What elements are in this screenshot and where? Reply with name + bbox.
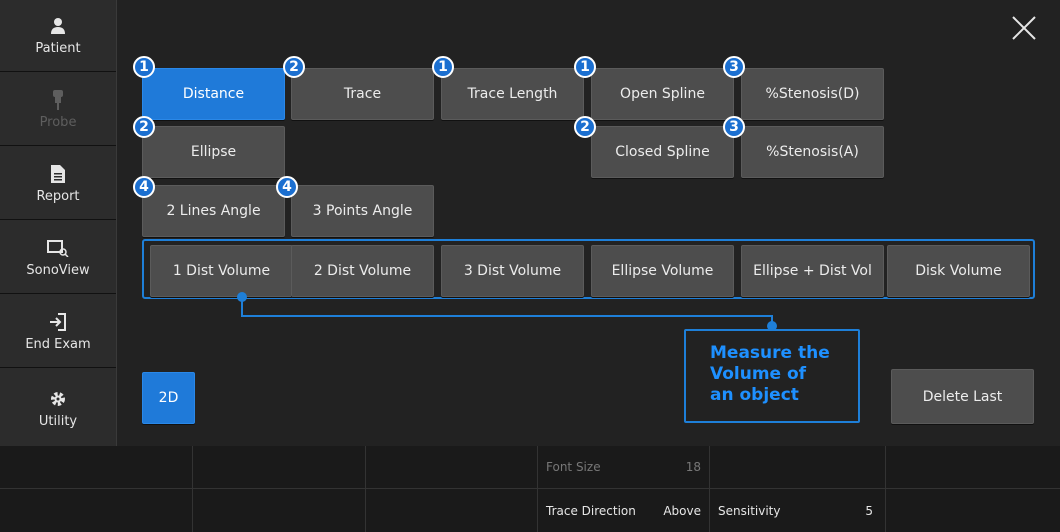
step-badge: 3	[723, 56, 745, 78]
font-size-value: 18	[685, 460, 701, 474]
sidebar-item-label: Probe	[39, 115, 77, 130]
sidebar-item-end-exam[interactable]: End Exam	[0, 296, 116, 368]
sensitivity-control[interactable]: Sensitivity 5	[710, 489, 886, 532]
distance-button[interactable]: Distance	[142, 68, 285, 120]
font-size-label: Font Size	[546, 460, 601, 474]
step-badge: 4	[276, 176, 298, 198]
ellipse-button[interactable]: Ellipse	[142, 126, 285, 178]
bottom-cell	[886, 489, 1060, 532]
stenosis-d-button[interactable]: %Stenosis(D)	[741, 68, 884, 120]
sidebar-item-label: End Exam	[25, 337, 91, 352]
trace-direction-control[interactable]: Trace Direction Above	[538, 489, 710, 532]
bottom-cell	[886, 446, 1060, 489]
bottom-cell	[710, 446, 886, 489]
lines-angle-button[interactable]: 2 Lines Angle	[142, 185, 285, 237]
step-badge: 1	[133, 56, 155, 78]
delete-last-button[interactable]: Delete Last	[891, 369, 1034, 424]
sidebar: Patient Probe Report SonoView End Exam U…	[0, 0, 117, 446]
open-spline-button[interactable]: Open Spline	[591, 68, 734, 120]
probe-icon	[51, 89, 65, 111]
sidebar-item-utility[interactable]: Utility	[0, 370, 116, 446]
person-icon	[49, 15, 67, 37]
sensitivity-value: 5	[865, 503, 873, 518]
step-badge: 3	[723, 116, 745, 138]
trace-direction-value: Above	[663, 503, 701, 518]
vol-ellipse-dist-button[interactable]: Ellipse + Dist Vol	[741, 245, 884, 297]
callout-line: an object	[710, 385, 799, 405]
callout-line: Volume of	[710, 364, 807, 384]
step-badge: 1	[574, 56, 596, 78]
vol-disk-button[interactable]: Disk Volume	[887, 245, 1030, 297]
trace-direction-label: Trace Direction	[546, 503, 636, 518]
bottom-cell	[193, 446, 366, 489]
step-badge: 2	[574, 116, 596, 138]
sidebar-item-label: Report	[36, 189, 80, 204]
font-size-control[interactable]: Font Size 18	[538, 446, 710, 489]
gear-icon	[49, 388, 67, 410]
bottom-cell	[0, 489, 193, 532]
sidebar-item-label: SonoView	[26, 263, 90, 278]
bottom-cell	[193, 489, 366, 532]
vol-3-dist-button[interactable]: 3 Dist Volume	[441, 245, 584, 297]
document-icon	[51, 163, 65, 185]
trace-button[interactable]: Trace	[291, 68, 434, 120]
volume-callout: Measure the Volume of an object	[684, 329, 860, 423]
sidebar-item-label: Patient	[35, 41, 81, 56]
sidebar-item-patient[interactable]: Patient	[0, 0, 116, 72]
vol-2-dist-button[interactable]: 2 Dist Volume	[291, 245, 434, 297]
sensitivity-label: Sensitivity	[718, 503, 781, 518]
step-badge: 4	[133, 176, 155, 198]
step-badge: 2	[133, 116, 155, 138]
step-badge: 2	[283, 56, 305, 78]
sidebar-item-report[interactable]: Report	[0, 148, 116, 220]
close-icon[interactable]	[1010, 14, 1038, 42]
closed-spline-button[interactable]: Closed Spline	[591, 126, 734, 178]
trace-length-button[interactable]: Trace Length	[441, 68, 584, 120]
bottom-cell	[366, 446, 538, 489]
sidebar-item-label: Utility	[38, 413, 78, 429]
step-badge: 1	[432, 56, 454, 78]
bottom-cell	[366, 489, 538, 532]
exit-arrow-icon	[49, 311, 67, 333]
stenosis-a-button[interactable]: %Stenosis(A)	[741, 126, 884, 178]
vol-1-dist-button[interactable]: 1 Dist Volume	[150, 245, 293, 297]
image-search-icon	[47, 237, 69, 259]
bottom-control-bar: Font Size 18 Trace Direction Above Sensi…	[0, 446, 1060, 532]
sidebar-item-sonoview[interactable]: SonoView	[0, 222, 116, 294]
vol-ellipse-button[interactable]: Ellipse Volume	[591, 245, 734, 297]
bottom-cell	[0, 446, 193, 489]
sidebar-item-probe[interactable]: Probe	[0, 74, 116, 146]
points-angle-button[interactable]: 3 Points Angle	[291, 185, 434, 237]
mode-2d-button[interactable]: 2D	[142, 372, 195, 424]
callout-line: Measure the	[710, 343, 830, 363]
